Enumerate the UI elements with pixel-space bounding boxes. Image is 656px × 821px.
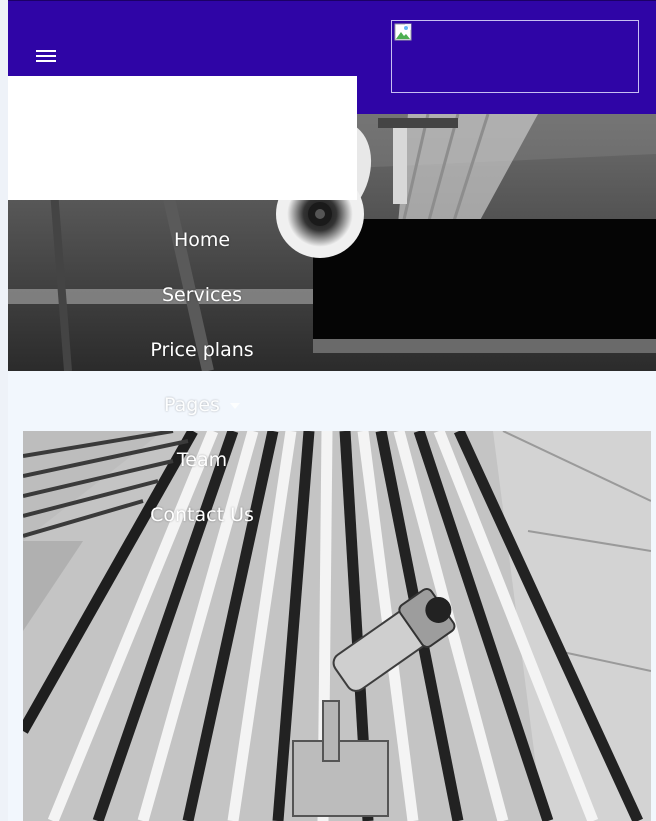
page: Home Services Price plans Pages Team Con… xyxy=(0,0,656,821)
nav-item-services[interactable]: Services xyxy=(60,268,344,323)
site-logo[interactable] xyxy=(391,20,639,93)
nav-item-pages[interactable]: Pages xyxy=(60,378,344,433)
menu-panel-header xyxy=(8,76,357,200)
broken-image-icon xyxy=(394,23,412,41)
hamburger-menu-icon[interactable] xyxy=(36,50,56,64)
nav-item-home[interactable]: Home xyxy=(60,213,344,268)
caret-down-icon xyxy=(229,402,240,409)
nav-item-contact-us[interactable]: Contact Us xyxy=(60,488,344,543)
main-nav-menu: Home Services Price plans Pages Team Con… xyxy=(60,213,344,543)
nav-item-team[interactable]: Team xyxy=(60,433,344,488)
page-margin xyxy=(0,0,8,821)
nav-item-pages-label: Pages xyxy=(164,394,220,416)
nav-item-price-plans[interactable]: Price plans xyxy=(60,323,344,378)
